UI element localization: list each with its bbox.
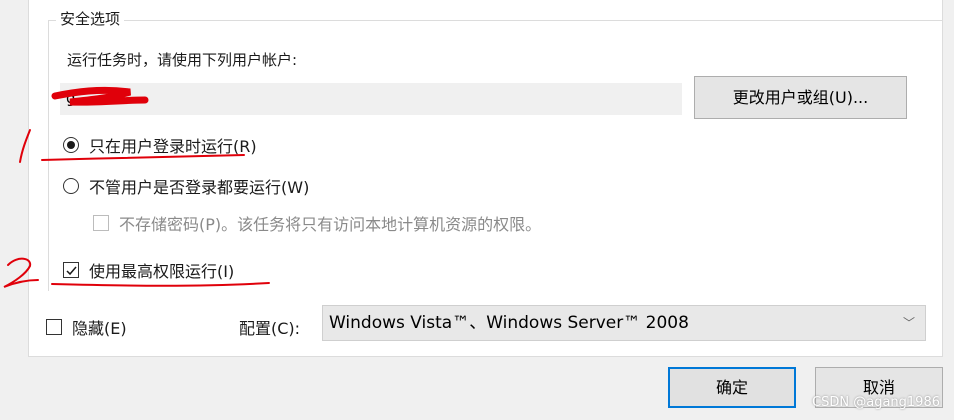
run-as-label: 运行任务时，请使用下列用户帐户: xyxy=(67,51,298,69)
radio-run-only-logged-on-label: 只在用户登录时运行(R) xyxy=(89,137,257,156)
configure-for-select[interactable]: Windows Vista™、Windows Server™ 2008 ﹀ xyxy=(322,305,926,341)
checkbox-hidden[interactable]: 隐藏(E) xyxy=(46,315,127,339)
configure-for-value: Windows Vista™、Windows Server™ 2008 xyxy=(329,313,689,333)
security-options-title: 安全选项 xyxy=(56,8,125,29)
user-account-field: g xyxy=(60,83,682,115)
checkbox-checked-icon[interactable] xyxy=(63,262,79,278)
radio-checked-icon[interactable] xyxy=(63,137,79,153)
run-highest-privileges-label: 使用最高权限运行(I) xyxy=(89,262,235,281)
ok-button[interactable]: 确定 xyxy=(668,367,796,408)
chevron-down-icon[interactable]: ﹀ xyxy=(903,306,915,340)
change-user-button[interactable]: 更改用户或组(U)... xyxy=(694,76,907,119)
radio-unchecked-icon[interactable] xyxy=(63,178,79,194)
checkbox-do-not-store-password: 不存储密码(P)。该任务将只有访问本地计算机资源的权限。 xyxy=(93,211,541,235)
hidden-label: 隐藏(E) xyxy=(72,319,127,338)
checkbox-run-highest-privileges[interactable]: 使用最高权限运行(I) xyxy=(63,258,234,282)
radio-run-only-logged-on[interactable]: 只在用户登录时运行(R) xyxy=(63,133,257,157)
configure-label-text: 配置(C): xyxy=(239,319,301,338)
checkbox-unchecked-icon[interactable] xyxy=(46,319,62,335)
checkbox-disabled-icon xyxy=(93,215,109,231)
radio-run-whether-logged-on[interactable]: 不管用户是否登录都要运行(W) xyxy=(63,174,309,198)
watermark: CSDN @agang1986 xyxy=(812,395,940,410)
checkmark-icon xyxy=(65,266,77,275)
do-not-store-password-label: 不存储密码(P)。该任务将只有访问本地计算机资源的权限。 xyxy=(119,215,542,234)
user-account-value: g xyxy=(66,89,76,107)
radio-run-whether-logged-on-label: 不管用户是否登录都要运行(W) xyxy=(89,178,310,197)
configure-label: 配置(C): xyxy=(239,315,300,339)
